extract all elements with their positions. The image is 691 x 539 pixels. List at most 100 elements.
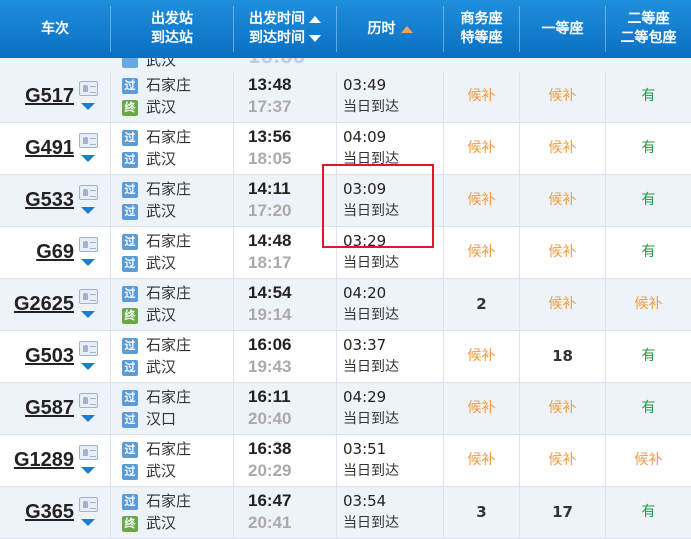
column-divider [336, 383, 337, 434]
seat-business[interactable]: 候补 [444, 331, 519, 382]
train-number-link[interactable]: G587 [0, 383, 74, 434]
table-row: G1289 过石家庄过武汉 16:38 20:29 03:51 当日到达 候补 候补 候补 [0, 435, 691, 487]
seat-business[interactable]: 候补 [444, 123, 519, 174]
depart-time: 16:06 [248, 335, 292, 354]
header-first-class: 一等座 [520, 0, 605, 58]
column-divider [233, 123, 234, 174]
to-station: 武汉 [146, 306, 177, 324]
depart-time: 14:11 [248, 179, 291, 198]
sort-depart-time-label[interactable]: 出发时间 [249, 10, 305, 29]
seat-first-class[interactable]: 17 [520, 487, 605, 538]
from-station: 石家庄 [146, 492, 192, 510]
seat-business[interactable]: 2 [444, 279, 519, 330]
depart-time: 13:48 [248, 75, 292, 94]
to-station: 武汉 [146, 254, 177, 272]
table-header: 车次 出发站 到达站 出发时间 到达时间 历时 商务座 特等座 一等座 二等座 … [0, 0, 691, 58]
seat-first-class[interactable]: 候补 [520, 435, 605, 486]
expand-stops-icon[interactable] [81, 155, 95, 162]
travel-duration: 03:51 [343, 440, 387, 458]
train-number-link[interactable]: G533 [0, 175, 74, 226]
sort-duration-active-icon[interactable] [400, 25, 413, 33]
train-number-link[interactable]: G2625 [0, 279, 74, 330]
travel-duration: 04:20 [343, 284, 387, 302]
header-duration[interactable]: 历时 [337, 0, 443, 58]
train-number-link[interactable]: G1289 [0, 435, 74, 486]
train-number-link[interactable]: G517 [0, 71, 74, 122]
header-train-number-label: 车次 [41, 20, 69, 37]
arrival-day: 当日到达 [343, 359, 399, 375]
expand-stops-icon[interactable] [81, 363, 95, 370]
train-number-link[interactable]: G69 [0, 227, 74, 278]
train-number-link[interactable]: G503 [0, 331, 74, 382]
train-number-link[interactable]: G365 [0, 487, 74, 538]
column-divider [110, 71, 111, 122]
expand-stops-icon[interactable] [81, 103, 95, 110]
header-stations: 出发站 到达站 [111, 0, 233, 58]
table-row: G365 过石家庄终武汉 16:47 20:41 03:54 当日到达 3 17 有 [0, 487, 691, 539]
seat-first-class[interactable]: 候补 [520, 383, 605, 434]
id-card-icon[interactable] [79, 497, 98, 512]
seat-business[interactable]: 候补 [444, 435, 519, 486]
header-to-station-label: 到达站 [151, 30, 193, 46]
header-times[interactable]: 出发时间 到达时间 [234, 0, 336, 58]
expand-stops-icon[interactable] [81, 415, 95, 422]
seat-first-class[interactable]: 候补 [520, 227, 605, 278]
seat-first-class[interactable]: 候补 [520, 175, 605, 226]
table-row: G503 过石家庄过武汉 16:06 19:43 03:37 当日到达 候补 18 有 [0, 331, 691, 383]
seat-second-class[interactable]: 有 [606, 383, 691, 434]
expand-stops-icon[interactable] [81, 259, 95, 266]
header-second-class-label: 二等座 [627, 11, 670, 27]
seat-first-class[interactable]: 候补 [520, 71, 605, 122]
seat-second-class[interactable]: 有 [606, 175, 691, 226]
station-pass-badge: 过 [122, 78, 138, 94]
seat-second-class[interactable]: 候补 [606, 279, 691, 330]
id-card-icon[interactable] [79, 289, 98, 304]
header-train-number: 车次 [0, 0, 110, 58]
station-pass-badge: 过 [122, 464, 138, 480]
seat-second-class[interactable]: 有 [606, 123, 691, 174]
sort-arrive-time-label[interactable]: 到达时间 [249, 29, 305, 48]
header-first-class-label: 一等座 [541, 20, 584, 37]
seat-business[interactable]: 3 [444, 487, 519, 538]
depart-time: 13:56 [248, 127, 292, 146]
id-card-icon[interactable] [79, 133, 98, 148]
to-station: 武汉 [146, 202, 177, 220]
id-card-icon[interactable] [79, 445, 98, 460]
from-station: 石家庄 [146, 76, 192, 94]
seat-second-class[interactable]: 有 [606, 331, 691, 382]
id-card-icon[interactable] [79, 81, 98, 96]
seat-first-class[interactable]: 候补 [520, 279, 605, 330]
column-divider [233, 279, 234, 330]
seat-business[interactable]: 候补 [444, 175, 519, 226]
seat-business[interactable]: 候补 [444, 71, 519, 122]
arrive-time: 18:17 [248, 253, 292, 272]
station-pass-badge: 过 [122, 390, 138, 406]
id-card-icon[interactable] [79, 237, 98, 252]
seat-first-class[interactable]: 18 [520, 331, 605, 382]
train-number-link[interactable]: G491 [0, 123, 74, 174]
seat-business[interactable]: 候补 [444, 227, 519, 278]
id-card-icon[interactable] [79, 185, 98, 200]
arrive-time: 19:14 [248, 305, 292, 324]
from-station: 石家庄 [146, 440, 192, 458]
to-station: 武汉 [146, 358, 177, 376]
seat-business[interactable]: 候补 [444, 383, 519, 434]
sort-descending-icon[interactable] [309, 35, 321, 42]
seat-second-class[interactable]: 候补 [606, 435, 691, 486]
seat-second-class[interactable]: 有 [606, 487, 691, 538]
depart-time: 14:48 [248, 231, 292, 250]
seat-second-class[interactable]: 有 [606, 71, 691, 122]
expand-stops-icon[interactable] [81, 207, 95, 214]
station-pass-badge: 过 [122, 338, 138, 354]
travel-duration: 04:29 [343, 388, 387, 406]
seat-first-class[interactable]: 候补 [520, 123, 605, 174]
station-terminal-badge: 终 [122, 308, 138, 324]
expand-stops-icon[interactable] [81, 311, 95, 318]
seat-second-class[interactable]: 有 [606, 227, 691, 278]
expand-stops-icon[interactable] [81, 519, 95, 526]
id-card-icon[interactable] [79, 341, 98, 356]
id-card-icon[interactable] [79, 393, 98, 408]
sort-ascending-icon[interactable] [309, 16, 321, 23]
sort-duration-label[interactable]: 历时 [368, 20, 396, 39]
expand-stops-icon[interactable] [81, 467, 95, 474]
